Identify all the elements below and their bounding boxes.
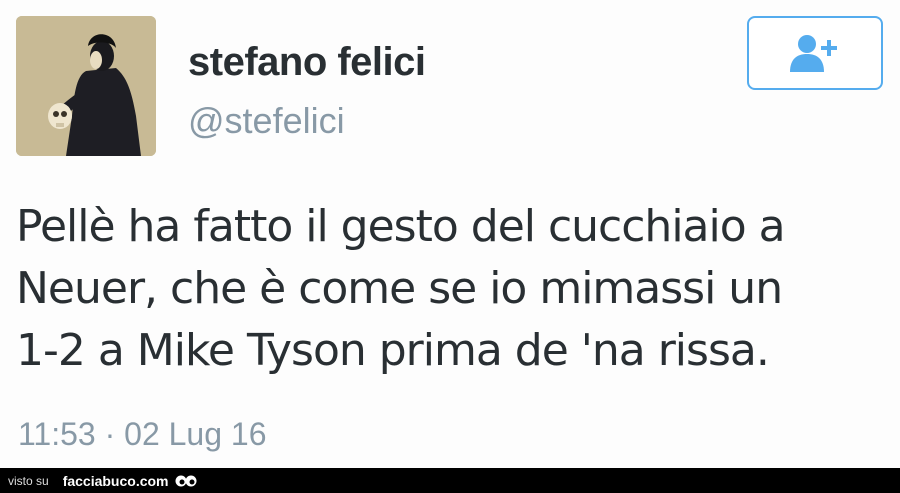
eyes-icon — [175, 474, 197, 488]
visto-label: visto su — [8, 473, 49, 488]
tweet-text-line: 1-2 a Mike Tyson prima de 'na rissa. — [16, 325, 770, 376]
tweet-text: Pellè ha fatto il gesto del cucchiaio a … — [16, 196, 876, 382]
tweet-timestamp[interactable]: 11:53 · 02 Lug 16 — [18, 416, 267, 453]
display-name[interactable]: stefano felici — [188, 40, 426, 85]
add-user-icon — [790, 35, 837, 72]
follow-button[interactable] — [747, 16, 883, 90]
tweet-text-line: Neuer, che è come se io mimassi un — [16, 263, 783, 314]
tweet-text-line: Pellè ha fatto il gesto del cucchiaio a — [16, 201, 786, 252]
site-label[interactable]: facciabuco.com — [63, 473, 169, 489]
tweet-card: stefano felici @stefelici Pellè ha fatto… — [0, 0, 900, 468]
watermark-bar: visto su facciabuco.com — [0, 468, 900, 493]
user-handle[interactable]: @stefelici — [188, 100, 345, 142]
avatar[interactable] — [16, 16, 156, 156]
avatar-illustration-icon — [16, 16, 156, 156]
